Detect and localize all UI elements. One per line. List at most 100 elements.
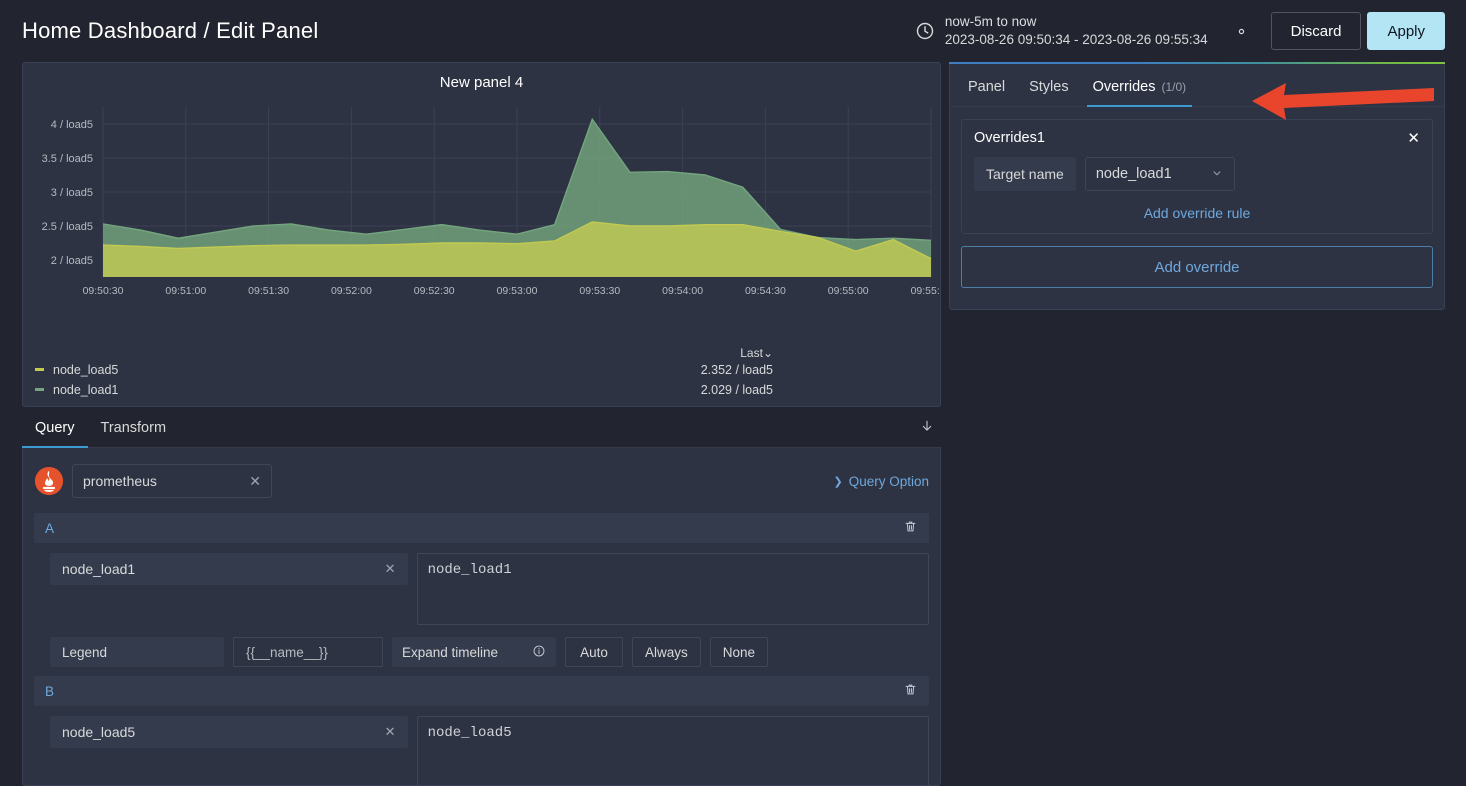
svg-text:09:54:30: 09:54:30 xyxy=(745,285,786,297)
arrow-down-icon[interactable] xyxy=(919,418,941,447)
tab-overrides[interactable]: Overrides (1/0) xyxy=(1081,79,1199,107)
svg-text:09:55:00: 09:55:00 xyxy=(828,285,869,297)
query-row-header[interactable]: B xyxy=(34,676,929,707)
tab-panel-label: Panel xyxy=(968,79,1006,95)
close-icon[interactable]: ✕ xyxy=(249,473,261,490)
pane-accent-border xyxy=(949,62,1445,64)
metric-select-a[interactable]: node_load1 ✕ xyxy=(50,553,408,586)
options-pane: Panel Styles Overrides (1/0) Overrides1 … xyxy=(949,62,1445,310)
datasource-picker[interactable]: prometheus ✕ xyxy=(72,464,272,499)
query-tab-bar: Query Transform xyxy=(22,407,941,449)
trash-icon[interactable] xyxy=(903,519,918,537)
time-range-picker[interactable]: now-5m to now 2023-08-26 09:50:34 - 2023… xyxy=(945,13,1208,49)
svg-text:09:51:30: 09:51:30 xyxy=(248,285,289,297)
svg-text:09:53:30: 09:53:30 xyxy=(579,285,620,297)
time-range-relative: now-5m to now xyxy=(944,13,1037,29)
close-icon[interactable]: ✕ xyxy=(385,561,396,577)
chevron-right-icon: ❯ xyxy=(833,475,843,488)
svg-text:2 / load5: 2 / load5 xyxy=(51,255,93,267)
options-sidebar: Panel Styles Overrides (1/0) Overrides1 … xyxy=(949,62,1445,786)
tab-styles[interactable]: Styles xyxy=(1017,79,1081,106)
timeline-auto-button[interactable]: Auto xyxy=(565,637,623,668)
svg-text:09:52:00: 09:52:00 xyxy=(331,285,372,297)
svg-text:2.5 / load5: 2.5 / load5 xyxy=(42,221,93,233)
svg-text:09:55:30: 09:55:30 xyxy=(911,285,940,297)
main-content: New panel 4 4 / load5 3.5 / load5 3 / load… xyxy=(0,62,1466,786)
query-row-header[interactable]: A xyxy=(34,513,929,544)
list-item[interactable]: node_load5 2.352 / load5 xyxy=(35,360,928,380)
legend-sort-header[interactable]: Last⌄ xyxy=(740,346,773,360)
target-name-select[interactable]: node_load1 xyxy=(1084,157,1235,191)
query-refid: B xyxy=(45,683,55,699)
legend-format-input[interactable]: {{__name__}} xyxy=(233,637,383,668)
legend-sort-label: Last xyxy=(740,345,763,360)
panel-title: New panel 4 xyxy=(439,74,524,91)
metric-name: node_load5 xyxy=(62,724,136,741)
expression-input-a[interactable]: node_load1 xyxy=(416,553,929,626)
trash-icon[interactable] xyxy=(903,682,918,700)
expand-timeline-text: Expand timeline xyxy=(402,644,499,660)
timeseries-chart[interactable]: 4 / load5 3.5 / load5 3 / load5 2.5 / load5… xyxy=(23,97,940,309)
svg-text:09:52:30: 09:52:30 xyxy=(414,285,455,297)
svg-text:09:50:30: 09:50:30 xyxy=(83,285,124,297)
override-card-header: Overrides1 ✕ xyxy=(974,130,1420,146)
svg-text:3.5 / load5: 3.5 / load5 xyxy=(42,153,93,165)
svg-text:09:51:00: 09:51:00 xyxy=(165,285,206,297)
apply-button[interactable]: Apply xyxy=(1367,12,1445,50)
left-column: New panel 4 4 / load5 3.5 / load5 3 / load… xyxy=(22,62,941,786)
discard-button[interactable]: Discard xyxy=(1270,12,1362,50)
query-editor: prometheus ✕ ❯ Query Option A node_load1… xyxy=(22,448,941,786)
prometheus-icon xyxy=(34,466,64,496)
tab-overrides-count: (1/0) xyxy=(1161,80,1187,94)
close-icon[interactable]: ✕ xyxy=(1407,131,1420,146)
timeline-none-button[interactable]: None xyxy=(709,637,769,668)
override-card: Overrides1 ✕ Target name node_load1 Add … xyxy=(961,119,1433,234)
legend-series-value: 2.352 / load5 xyxy=(700,362,773,377)
time-range-absolute: 2023-08-26 09:50:34 - 2023-08-26 09:55:3… xyxy=(944,32,1208,47)
metric-name: node_load1 xyxy=(62,561,136,578)
expression-input-b[interactable]: node_load5 xyxy=(416,716,929,786)
page-title: Home Dashboard / Edit Panel xyxy=(22,18,319,43)
add-override-button[interactable]: Add override xyxy=(961,246,1433,288)
app-header: Home Dashboard / Edit Panel now-5m to no… xyxy=(0,0,1466,62)
query-refid: A xyxy=(45,520,55,536)
metric-select-b[interactable]: node_load5 ✕ xyxy=(50,716,408,749)
list-item[interactable]: node_load1 2.029 / load5 xyxy=(35,380,928,400)
add-override-rule-button[interactable]: Add override rule xyxy=(974,205,1420,221)
close-icon[interactable]: ✕ xyxy=(385,724,396,740)
target-name-value: node_load1 xyxy=(1095,166,1172,182)
target-name-row: Target name node_load1 xyxy=(974,157,1420,191)
query-options-row-a: Legend {{__name__}} Expand timeline Auto… xyxy=(34,625,929,668)
clock-icon xyxy=(915,21,935,41)
tab-styles-label: Styles xyxy=(1029,79,1069,95)
legend-color-swatch xyxy=(35,388,44,392)
svg-text:09:53:00: 09:53:00 xyxy=(497,285,538,297)
chevron-down-icon xyxy=(1210,166,1224,183)
svg-text:3 / load5: 3 / load5 xyxy=(51,187,93,199)
legend-label: Legend xyxy=(50,637,224,668)
expand-timeline-label: Expand timeline xyxy=(392,637,556,668)
chart-area[interactable]: 4 / load5 3.5 / load5 3 / load5 2.5 / load5… xyxy=(23,97,940,346)
tab-query[interactable]: Query xyxy=(22,420,88,449)
svg-text:4 / load5: 4 / load5 xyxy=(51,119,93,131)
datasource-row: prometheus ✕ ❯ Query Option xyxy=(34,458,929,504)
visualization-panel: New panel 4 4 / load5 3.5 / load5 3 / load… xyxy=(22,62,941,407)
query-row-body: node_load5 ✕ node_load5 xyxy=(34,706,929,786)
query-options-label: Query Option xyxy=(848,473,929,489)
legend-series-name: node_load1 xyxy=(53,382,119,397)
target-name-label: Target name xyxy=(974,157,1076,191)
gear-icon[interactable] xyxy=(1232,22,1251,41)
tab-panel[interactable]: Panel xyxy=(956,79,1017,106)
timeline-always-button[interactable]: Always xyxy=(632,637,701,668)
tab-transform[interactable]: Transform xyxy=(88,420,180,447)
tab-overrides-label: Overrides xyxy=(1092,79,1156,95)
legend-series-value: 2.029 / load5 xyxy=(700,382,773,397)
legend-series-name: node_load5 xyxy=(53,362,119,377)
legend-header-row: Last⌄ xyxy=(35,346,928,360)
legend-color-swatch xyxy=(35,368,44,372)
query-options-toggle[interactable]: ❯ Query Option xyxy=(833,474,929,489)
override-title: Overrides1 xyxy=(974,130,1045,146)
info-icon[interactable] xyxy=(532,644,546,661)
chevron-down-icon: ⌄ xyxy=(762,345,773,360)
query-row-a: A node_load1 ✕ node_load1 Legend {{__nam… xyxy=(34,513,929,668)
